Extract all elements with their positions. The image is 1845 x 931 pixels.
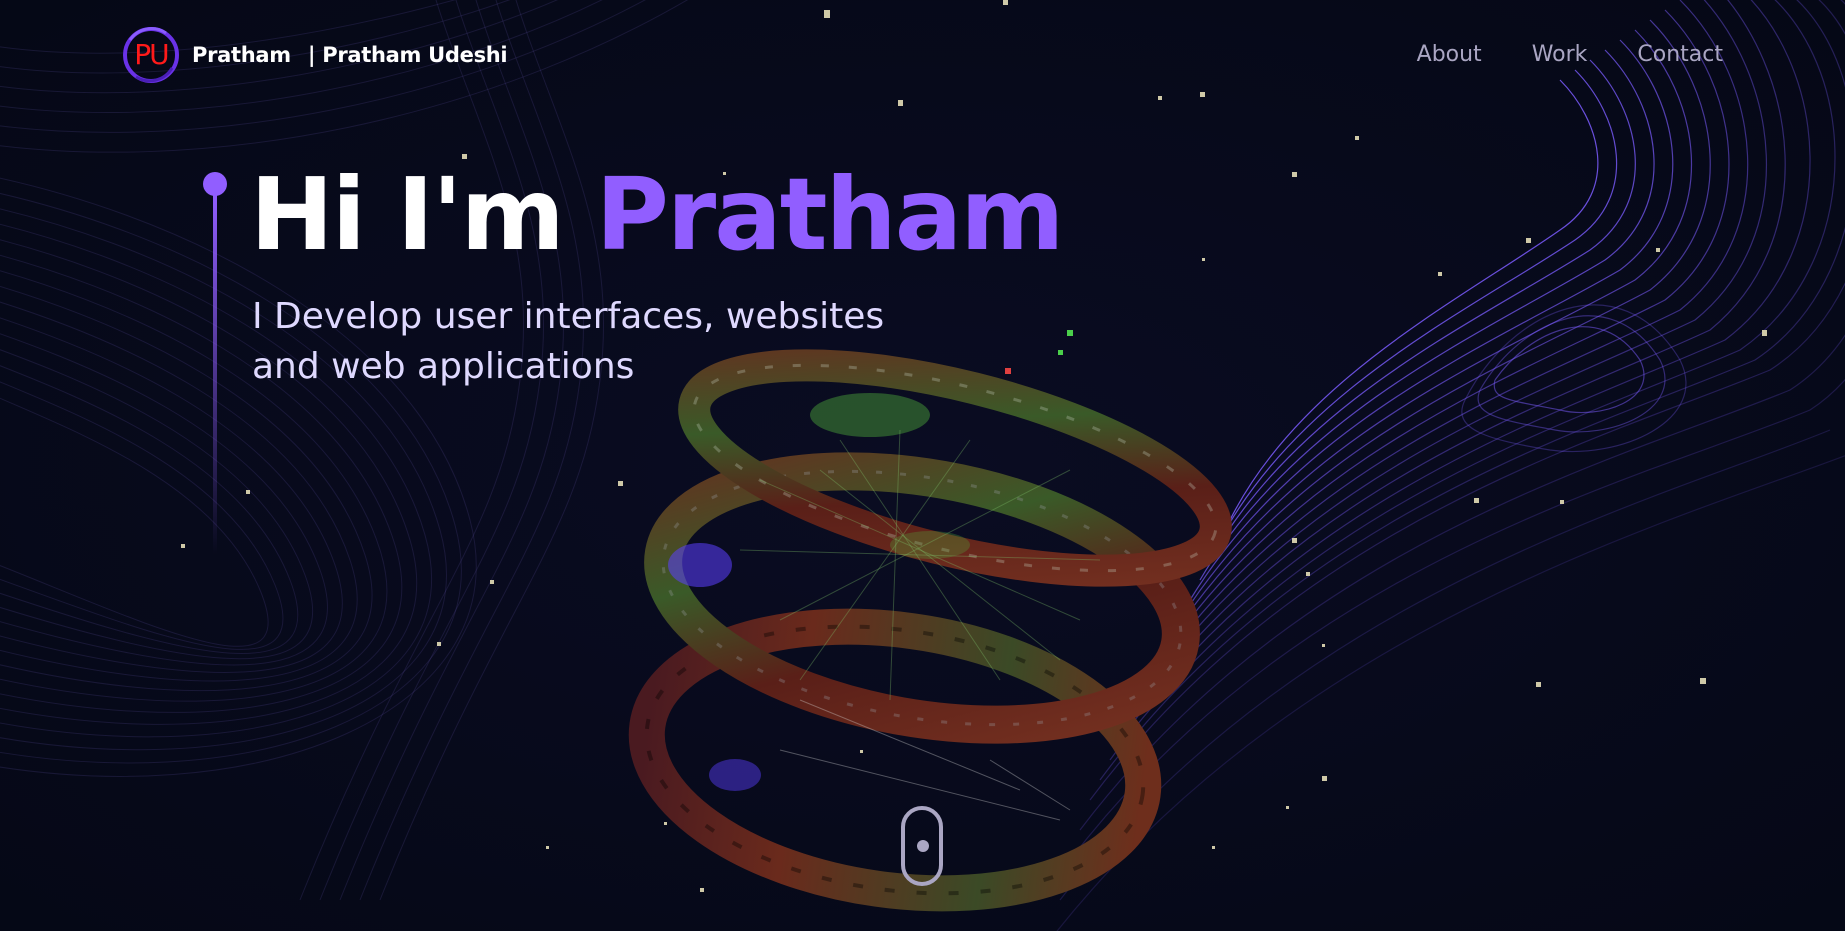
hero-subtitle: I Develop user interfaces, websites and … [252, 292, 972, 392]
nav-link-work[interactable]: Work [1532, 42, 1588, 67]
brand-name: Pratham | Pratham Udeshi [192, 43, 508, 67]
logo-text: PU [134, 38, 169, 71]
pu-monogram-icon: PU [122, 26, 180, 84]
hero-title: Hi I'm Pratham [250, 160, 1064, 270]
hero-name: Pratham [595, 156, 1065, 273]
nav-link-about[interactable]: About [1417, 42, 1482, 67]
logo-link[interactable]: PU Pratham | Pratham Udeshi [122, 26, 508, 84]
hero-subtitle-line2: and web applications [252, 346, 635, 387]
hero-subtitle-line1: I Develop user interfaces, websites [252, 296, 885, 337]
navbar: PU Pratham | Pratham Udeshi About Work C… [0, 0, 1845, 112]
accent-dot [203, 172, 227, 196]
brand-first-name: Pratham [192, 43, 291, 67]
nav-link-contact[interactable]: Contact [1637, 42, 1723, 67]
hero-background [0, 0, 1845, 931]
mouse-scroll-icon[interactable] [901, 806, 943, 886]
hero-accent-line [203, 172, 227, 582]
nav-links: About Work Contact [1417, 42, 1723, 67]
accent-bar [213, 194, 217, 554]
brand-full-name: | Pratham Udeshi [307, 43, 508, 67]
hero-greeting: Hi I'm [250, 156, 565, 273]
portfolio-hero: PU Pratham | Pratham Udeshi About Work C… [0, 0, 1845, 931]
scroll-ball [917, 840, 929, 852]
